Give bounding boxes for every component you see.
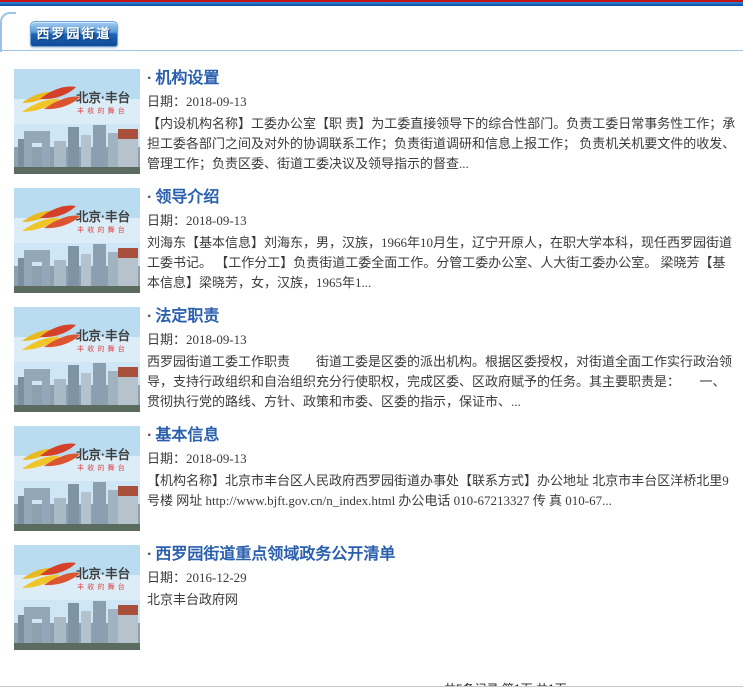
title-bullet: ·: [147, 546, 152, 563]
thumbnail-slogan-text: 丰收的舞台: [77, 225, 128, 234]
list-item: 北京·丰台 丰收的舞台 ·基本信息 日期：2018-09-13 【机构名称】北京…: [14, 426, 737, 531]
section-header: 西罗园街道: [0, 6, 743, 47]
date-label: 日期：: [147, 213, 186, 228]
list-item: 北京·丰台 丰收的舞台 ·西罗园街道重点领域政务公开清单 日期：2016-12-…: [14, 545, 737, 650]
city-skyline-graphic: [14, 482, 140, 531]
article-list: 北京·丰台 丰收的舞台 ·机构设置 日期：2018-09-13 【内设机构名称】…: [0, 47, 743, 650]
beijing-fengtai-thumbnail-image: 北京·丰台 丰收的舞台: [14, 545, 140, 650]
thumbnail-link[interactable]: 北京·丰台 丰收的舞台: [14, 545, 140, 650]
rounded-corner-border: [0, 12, 16, 52]
thumbnail-slogan-text: 丰收的舞台: [77, 463, 128, 472]
thumbnail-slogan-text: 丰收的舞台: [77, 106, 128, 115]
list-item: 北京·丰台 丰收的舞台 ·机构设置 日期：2018-09-13 【内设机构名称】…: [14, 69, 737, 174]
thumbnail-link[interactable]: 北京·丰台 丰收的舞台: [14, 69, 140, 174]
thumbnail-slogan-text: 丰收的舞台: [77, 582, 128, 591]
article-summary: 【内设机构名称】工委办公室【职 责】为工委直接领导下的综合性部门。负责工委日常事…: [147, 114, 737, 174]
article-summary: 【机构名称】北京市丰台区人民政府西罗园街道办事处【联系方式】办公地址 北京市丰台…: [147, 471, 737, 511]
thumbnail-link[interactable]: 北京·丰台 丰收的舞台: [14, 307, 140, 412]
date-value: 2018-09-13: [186, 451, 247, 466]
title-bullet: ·: [147, 308, 152, 325]
date-label: 日期：: [147, 332, 186, 347]
article-title-link[interactable]: 基本信息: [155, 427, 219, 444]
date-value: 2018-09-13: [186, 213, 247, 228]
tab-xiluoyuan-street[interactable]: 西罗园街道: [30, 21, 118, 47]
city-skyline-graphic: [14, 601, 140, 650]
city-skyline-graphic: [14, 125, 140, 174]
article-summary: 刘海东【基本信息】刘海东，男，汉族，1966年10月生，辽宁开原人，在职大学本科…: [147, 233, 737, 293]
article-title-link[interactable]: 西罗园街道重点领域政务公开清单: [155, 546, 395, 563]
beijing-fengtai-thumbnail-image: 北京·丰台 丰收的舞台: [14, 426, 140, 531]
thumbnail-link[interactable]: 北京·丰台 丰收的舞台: [14, 426, 140, 531]
article-title-link[interactable]: 领导介绍: [155, 189, 219, 206]
header-divider-line: [0, 50, 743, 51]
thumbnail-brand-text: 北京·丰台: [76, 90, 130, 105]
date-label: 日期：: [147, 94, 186, 109]
article-content: ·领导介绍 日期：2018-09-13 刘海东【基本信息】刘海东，男，汉族，19…: [147, 188, 737, 293]
thumbnail-brand-text: 北京·丰台: [76, 209, 130, 224]
article-summary: 北京丰台政府网: [147, 590, 737, 610]
date-label: 日期：: [147, 570, 186, 585]
city-skyline-graphic: [14, 244, 140, 293]
thumbnail-brand-text: 北京·丰台: [76, 566, 130, 581]
list-item: 北京·丰台 丰收的舞台 ·法定职责 日期：2018-09-13 西罗园街道工委工…: [14, 307, 737, 412]
article-date: 日期：2016-12-29: [147, 570, 737, 586]
city-skyline-graphic: [14, 363, 140, 412]
title-bullet: ·: [147, 189, 152, 206]
title-bullet: ·: [147, 427, 152, 444]
beijing-fengtai-thumbnail-image: 北京·丰台 丰收的舞台: [14, 188, 140, 293]
thumbnail-brand-text: 北京·丰台: [76, 328, 130, 343]
article-title-link[interactable]: 法定职责: [155, 308, 219, 325]
thumbnail-slogan-text: 丰收的舞台: [77, 344, 128, 353]
article-summary: 西罗园街道工委工作职责 街道工委是区委的派出机构。根据区委授权，对街道全面工作实…: [147, 352, 737, 412]
article-date: 日期：2018-09-13: [147, 332, 737, 348]
thumbnail-link[interactable]: 北京·丰台 丰收的舞台: [14, 188, 140, 293]
date-value: 2016-12-29: [186, 570, 247, 585]
article-content: ·机构设置 日期：2018-09-13 【内设机构名称】工委办公室【职 责】为工…: [147, 69, 737, 174]
beijing-fengtai-thumbnail-image: 北京·丰台 丰收的舞台: [14, 307, 140, 412]
article-title-link[interactable]: 机构设置: [155, 70, 219, 87]
title-bullet: ·: [147, 70, 152, 87]
article-content: ·法定职责 日期：2018-09-13 西罗园街道工委工作职责 街道工委是区委的…: [147, 307, 737, 412]
thumbnail-brand-text: 北京·丰台: [76, 447, 130, 462]
article-content: ·基本信息 日期：2018-09-13 【机构名称】北京市丰台区人民政府西罗园街…: [147, 426, 737, 531]
beijing-fengtai-thumbnail-image: 北京·丰台 丰收的舞台: [14, 69, 140, 174]
article-content: ·西罗园街道重点领域政务公开清单 日期：2016-12-29 北京丰台政府网: [147, 545, 737, 650]
article-date: 日期：2018-09-13: [147, 94, 737, 110]
tab-label: 西罗园街道: [31, 22, 117, 46]
date-value: 2018-09-13: [186, 332, 247, 347]
date-value: 2018-09-13: [186, 94, 247, 109]
list-item: 北京·丰台 丰收的舞台 ·领导介绍 日期：2018-09-13 刘海东【基本信息…: [14, 188, 737, 293]
article-date: 日期：2018-09-13: [147, 213, 737, 229]
article-date: 日期：2018-09-13: [147, 451, 737, 467]
footer-divider-line: [0, 686, 743, 687]
date-label: 日期：: [147, 451, 186, 466]
